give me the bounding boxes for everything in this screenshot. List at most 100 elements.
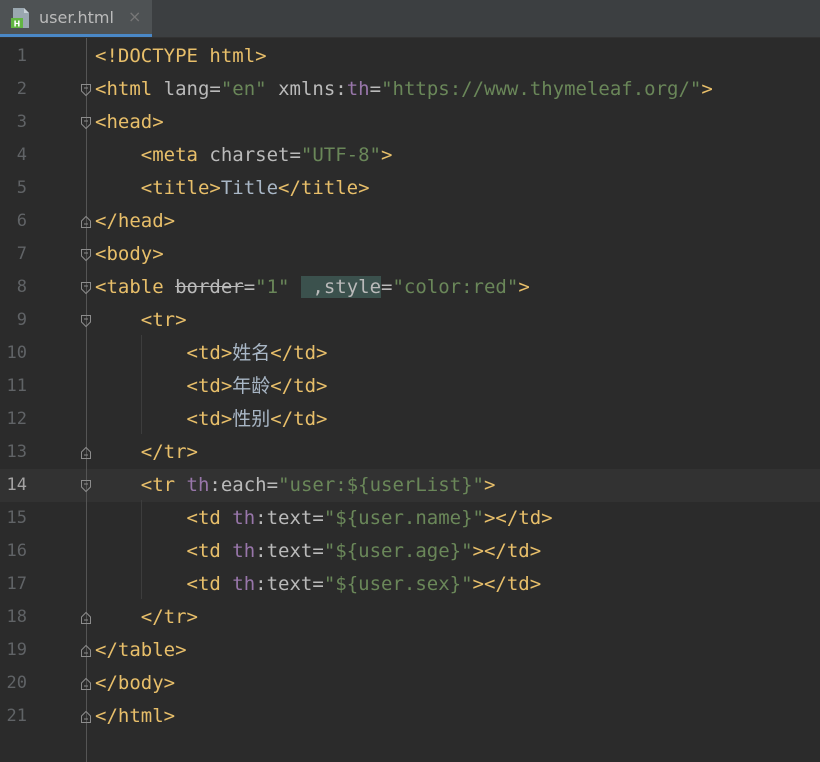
code-token: ,style [300, 276, 382, 298]
code-token: "en" [220, 78, 267, 100]
code-text: </head> [95, 205, 175, 238]
code-line[interactable]: 2 <html lang="en" xmlns:th="https://www.t… [0, 73, 820, 106]
line-number: 19 [6, 640, 27, 660]
code-text: <td th:text="${user.name}"></td> [95, 502, 553, 535]
html-file-icon: H [11, 8, 29, 29]
code-token: = [243, 276, 256, 298]
line-number: 3 [16, 112, 27, 132]
code-token: > [518, 276, 530, 298]
fold-close-icon[interactable] [80, 611, 92, 625]
fold-close-icon[interactable] [80, 215, 92, 229]
code-text: <td>年龄</td> [95, 370, 328, 403]
code-text: <table border="1" ,style="color:red"> [95, 271, 530, 304]
code-text: <td th:text="${user.age}"></td> [95, 535, 542, 568]
code-token: lang [163, 78, 210, 100]
line-number: 7 [16, 244, 27, 264]
code-line[interactable]: 6 </head> [0, 205, 820, 238]
fold-close-icon[interactable] [80, 644, 92, 658]
code-token: "${user.sex}" [323, 573, 473, 595]
code-token: <meta [95, 144, 210, 166]
line-number: 8 [16, 277, 27, 297]
code-token: ></td> [472, 573, 542, 595]
code-token: > [381, 144, 393, 166]
code-line[interactable]: 8 <table border="1" ,style="color:red"> [0, 271, 820, 304]
code-token: <tr> [95, 309, 187, 331]
code-token: <body> [95, 243, 164, 265]
line-number: 9 [16, 310, 27, 330]
close-icon[interactable]: × [128, 8, 141, 26]
fold-close-icon[interactable] [80, 446, 92, 460]
code-line[interactable]: 12 <td>性别</td> [0, 403, 820, 436]
code-token: border [175, 276, 244, 298]
code-text: <td>性别</td> [95, 403, 328, 436]
line-number: 15 [6, 508, 27, 528]
code-token: </table> [95, 639, 187, 661]
code-token: "${user.name}" [323, 507, 484, 529]
fold-open-icon[interactable] [80, 479, 92, 493]
code-line[interactable]: 21 </html> [0, 700, 820, 733]
code-token: :text [255, 507, 313, 529]
fold-close-icon[interactable] [80, 710, 92, 724]
fold-open-icon[interactable] [80, 248, 92, 262]
code-token: = [266, 474, 279, 496]
code-line[interactable]: 18 </tr> [0, 601, 820, 634]
line-number: 11 [6, 376, 27, 396]
code-token: </head> [95, 210, 176, 232]
code-text: </html> [95, 700, 175, 733]
code-token: :text [255, 573, 313, 595]
line-number: 10 [6, 343, 27, 363]
line-number: 5 [16, 178, 27, 198]
code-line[interactable]: 11 <td>年龄</td> [0, 370, 820, 403]
code-token: </title> [278, 177, 370, 199]
code-text: <td>姓名</td> [95, 337, 328, 370]
code-token: <td> [95, 375, 233, 397]
line-number: 21 [6, 706, 27, 726]
code-line[interactable]: 14 <tr th:each="user:${userList}"> [0, 469, 820, 502]
code-token: 性别 [232, 408, 271, 430]
code-text: <!DOCTYPE html> [95, 40, 267, 73]
code-editor[interactable]: 1 <!DOCTYPE html> 2 <html lang="en" xmlns:t… [0, 38, 820, 762]
line-number: 20 [6, 673, 27, 693]
code-line[interactable]: 15 <td th:text="${user.name}"></td> [0, 502, 820, 535]
code-line[interactable]: 20 </body> [0, 667, 820, 700]
line-number: 1 [16, 46, 27, 66]
code-token: <td [95, 507, 233, 529]
code-token: ></td> [483, 507, 553, 529]
code-token: th [346, 78, 370, 100]
code-token: th [232, 507, 256, 529]
code-token: 姓名 [232, 342, 271, 364]
line-number: 14 [6, 475, 27, 495]
code-token: <td [95, 573, 233, 595]
code-token: th [232, 573, 256, 595]
fold-open-icon[interactable] [80, 83, 92, 97]
code-line[interactable]: 9 <tr> [0, 304, 820, 337]
code-token: = [369, 78, 382, 100]
code-token: = [312, 507, 324, 529]
code-line[interactable]: 17 <td th:text="${user.sex}"></td> [0, 568, 820, 601]
tab-file-name: user.html [39, 8, 114, 27]
tab-user-html[interactable]: H user.html × [0, 0, 152, 37]
fold-open-icon[interactable] [80, 116, 92, 130]
code-line[interactable]: 3 <head> [0, 106, 820, 139]
fold-open-icon[interactable] [80, 314, 92, 328]
code-token: "${user.age}" [323, 540, 473, 562]
code-token: > [483, 474, 496, 496]
code-token: charset [209, 144, 290, 166]
code-text: <html lang="en" xmlns:th="https://www.th… [95, 73, 713, 106]
code-text: </tr> [95, 601, 198, 634]
code-line[interactable]: 4 <meta charset="UTF-8"> [0, 139, 820, 172]
code-line[interactable]: 16 <td th:text="${user.age}"></td> [0, 535, 820, 568]
code-token: "1" [255, 276, 290, 298]
code-token: </td> [270, 342, 328, 364]
code-token: <td [95, 540, 233, 562]
fold-open-icon[interactable] [80, 281, 92, 295]
code-line[interactable]: 10 <td>姓名</td> [0, 337, 820, 370]
code-line[interactable]: 7 <body> [0, 238, 820, 271]
code-line[interactable]: 1 <!DOCTYPE html> [0, 40, 820, 73]
code-line[interactable]: 19 </table> [0, 634, 820, 667]
fold-close-icon[interactable] [80, 677, 92, 691]
line-number: 12 [6, 409, 27, 429]
code-line[interactable]: 5 <title>Title</title> [0, 172, 820, 205]
code-line[interactable]: 13 </tr> [0, 436, 820, 469]
